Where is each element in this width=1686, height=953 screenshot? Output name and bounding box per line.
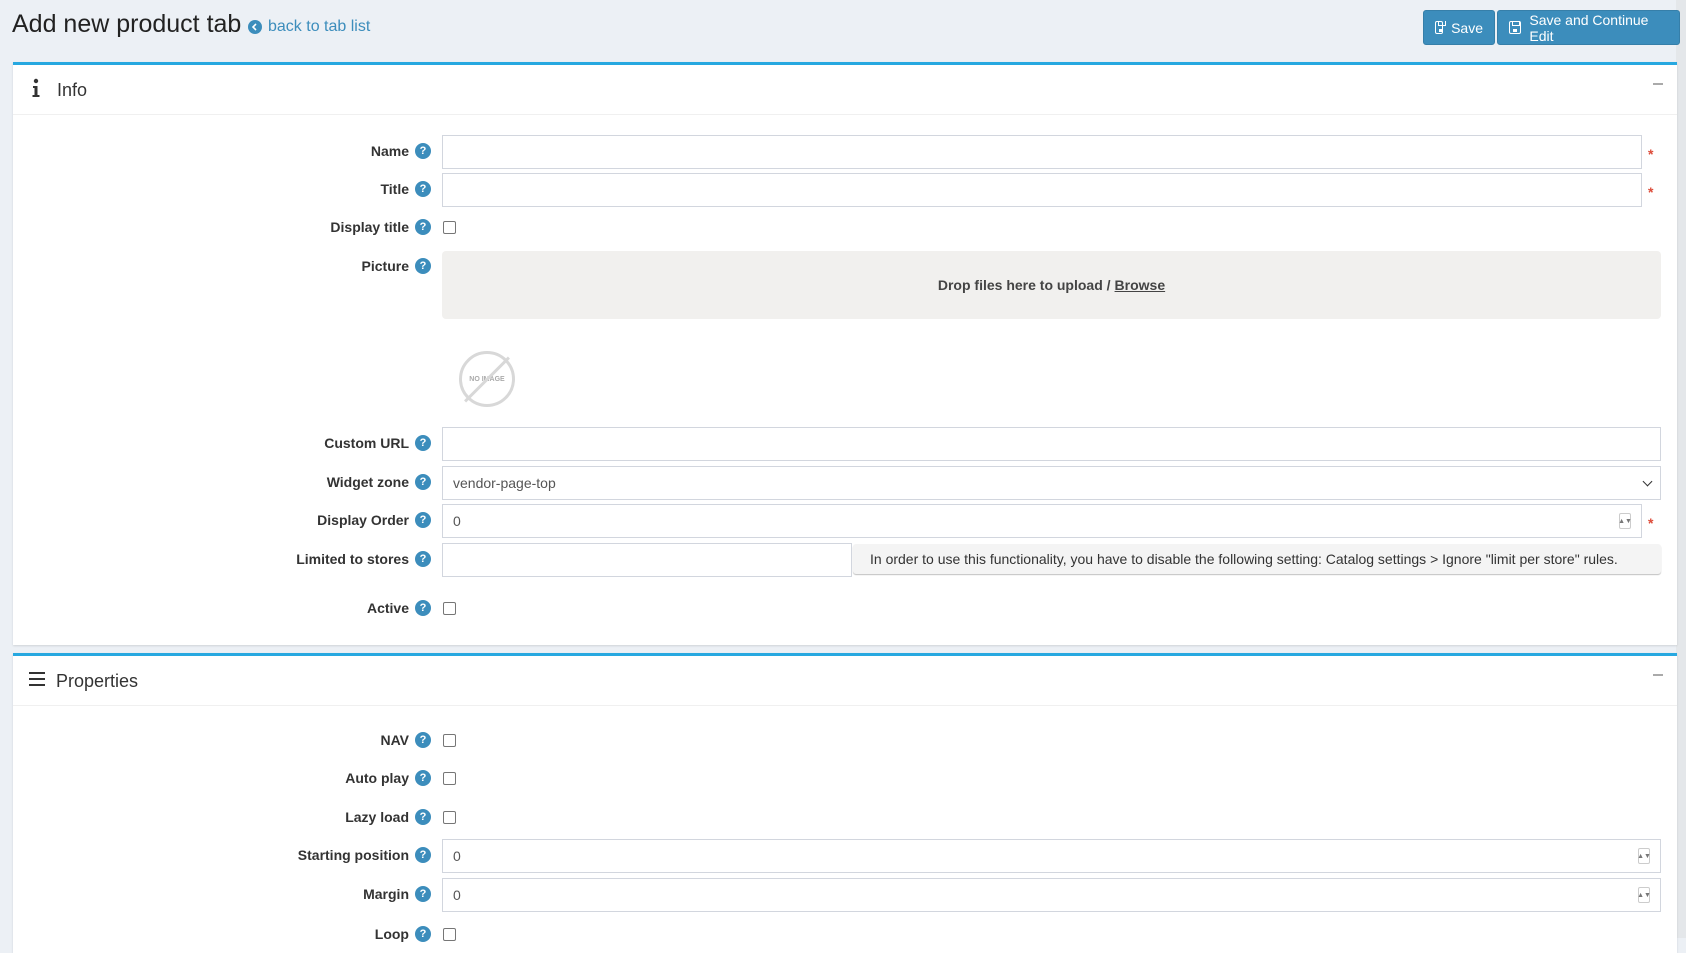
active-label: Active — [366, 600, 409, 616]
display-order-value: 0 — [453, 513, 461, 529]
help-icon[interactable]: ? — [415, 143, 431, 159]
arrow-left-circle-icon — [248, 20, 262, 34]
help-icon[interactable]: ? — [415, 886, 431, 902]
display-title-label: Display title — [330, 219, 409, 235]
nav-label: NAV — [380, 732, 409, 748]
name-label: Name — [370, 143, 409, 159]
minus-icon[interactable] — [1653, 674, 1663, 676]
required-marker: * — [1648, 184, 1654, 200]
scrollbar-track[interactable] — [1676, 0, 1686, 938]
loop-checkbox[interactable] — [443, 928, 456, 941]
save-button[interactable]: Save — [1423, 10, 1495, 45]
properties-card-title: Properties — [56, 671, 139, 691]
no-image-text: NO IMAGE — [469, 375, 505, 383]
save-and-continue-button[interactable]: Save and Continue Edit — [1497, 10, 1680, 45]
display-order-label: Display Order — [317, 512, 409, 528]
chevron-down-icon — [1642, 476, 1653, 487]
spinner-icon[interactable]: ▲▼ — [1637, 848, 1651, 864]
help-icon[interactable]: ? — [415, 551, 431, 567]
help-icon[interactable]: ? — [415, 809, 431, 825]
properties-card: Properties NAV ? Auto play ? Lazy load ?… — [13, 653, 1677, 953]
starting-position-value: 0 — [453, 848, 461, 864]
help-icon[interactable]: ? — [415, 474, 431, 490]
display-order-input[interactable]: 0 ▲▼ — [442, 504, 1642, 538]
picture-dropzone[interactable]: Drop files here to upload / Browse — [442, 251, 1661, 319]
back-to-tab-list-link[interactable]: back to tab list — [248, 18, 370, 36]
help-icon[interactable]: ? — [415, 732, 431, 748]
help-icon[interactable]: ? — [415, 770, 431, 786]
dropzone-text: Drop files here to upload / — [937, 277, 1111, 293]
minus-icon[interactable] — [1653, 83, 1663, 85]
save-button-label: Save — [1451, 19, 1483, 36]
spinner-icon[interactable]: ▲▼ — [1637, 887, 1651, 903]
loop-label: Loop — [374, 926, 409, 942]
margin-input[interactable]: 0 ▲▼ — [442, 878, 1661, 912]
bars-icon — [29, 672, 45, 689]
info-card-header[interactable]: Info — [13, 65, 1677, 115]
picture-label: Picture — [361, 258, 409, 274]
nav-checkbox[interactable] — [443, 734, 456, 747]
save-and-continue-label: Save and Continue Edit — [1529, 11, 1649, 44]
properties-card-header[interactable]: Properties — [13, 656, 1677, 706]
help-icon[interactable]: ? — [415, 847, 431, 863]
help-icon[interactable]: ? — [415, 926, 431, 942]
widget-zone-label: Widget zone — [326, 474, 409, 490]
lazy-load-label: Lazy load — [345, 809, 409, 825]
widget-zone-value: vendor-page-top — [453, 475, 556, 491]
title-label: Title — [380, 181, 409, 197]
browse-link[interactable]: Browse — [1115, 277, 1166, 293]
limited-to-stores-label: Limited to stores — [296, 551, 409, 567]
spinner-icon[interactable]: ▲▼ — [1618, 513, 1632, 529]
starting-position-input[interactable]: 0 ▲▼ — [442, 839, 1661, 873]
lazy-load-checkbox[interactable] — [443, 811, 456, 824]
active-checkbox[interactable] — [443, 602, 456, 615]
auto-play-checkbox[interactable] — [443, 772, 456, 785]
help-icon[interactable]: ? — [415, 181, 431, 197]
custom-url-input[interactable] — [442, 427, 1661, 461]
title-input[interactable] — [442, 173, 1642, 207]
info-icon — [29, 78, 43, 101]
help-icon[interactable]: ? — [415, 258, 431, 274]
help-icon[interactable]: ? — [415, 219, 431, 235]
no-image-icon: NO IMAGE — [459, 351, 515, 407]
margin-label: Margin — [363, 886, 409, 902]
auto-play-label: Auto play — [345, 770, 409, 786]
floppy-disk-icon — [1435, 21, 1447, 34]
required-marker: * — [1648, 515, 1654, 531]
info-card-title: Info — [57, 80, 88, 100]
limited-to-stores-input[interactable] — [442, 543, 852, 577]
widget-zone-select[interactable]: vendor-page-top — [442, 466, 1661, 500]
help-icon[interactable]: ? — [415, 600, 431, 616]
info-card: Info Name ? * Title ? * Display title ? … — [13, 62, 1677, 645]
back-link-label: back to tab list — [268, 18, 371, 35]
page-title: Add new product tab — [12, 10, 242, 38]
help-icon[interactable]: ? — [415, 435, 431, 451]
name-input[interactable] — [442, 135, 1642, 169]
margin-value: 0 — [453, 887, 461, 903]
floppy-disk-icon — [1509, 21, 1522, 34]
limited-to-stores-notice: In order to use this functionality, you … — [853, 544, 1661, 574]
display-title-checkbox[interactable] — [443, 221, 456, 234]
help-icon[interactable]: ? — [415, 512, 431, 528]
starting-position-label: Starting position — [297, 847, 409, 863]
custom-url-label: Custom URL — [324, 435, 409, 451]
page-header: Add new product tab back to tab list Sav… — [0, 0, 1680, 58]
required-marker: * — [1648, 146, 1654, 162]
